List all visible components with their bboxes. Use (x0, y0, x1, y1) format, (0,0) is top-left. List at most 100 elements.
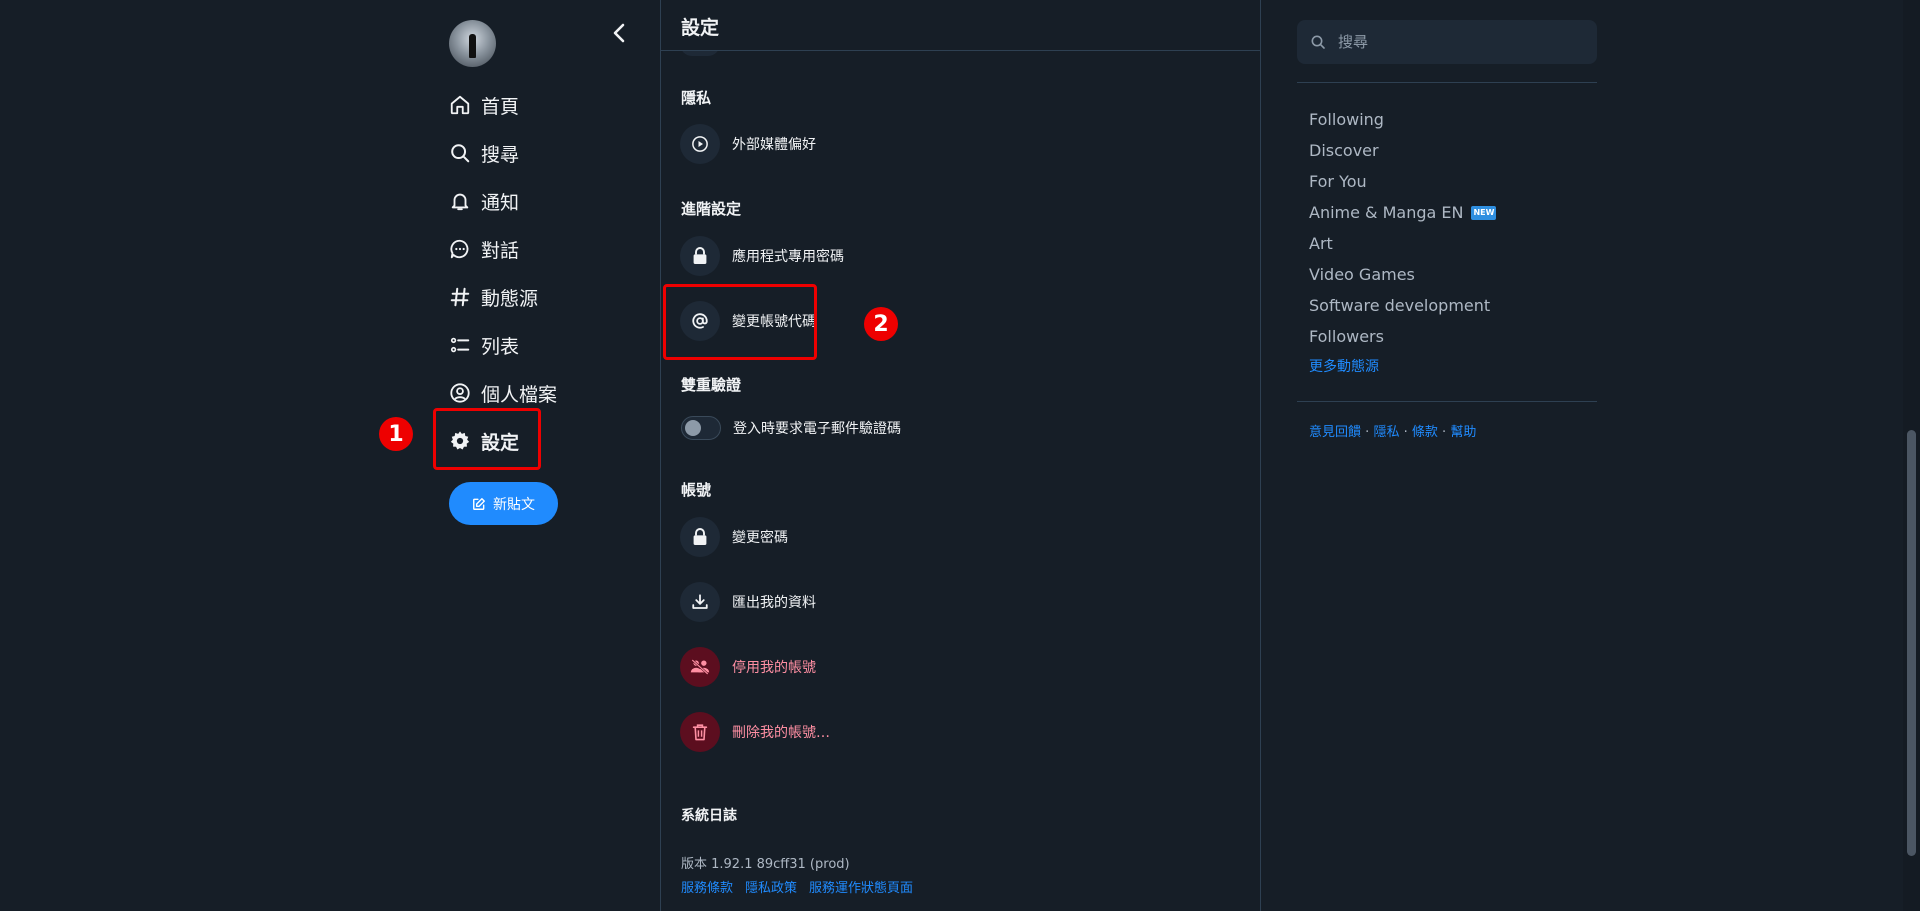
separator: · (1442, 425, 1447, 440)
feed-label: Software development (1309, 296, 1491, 315)
terms-of-service-link[interactable]: 服務條款 (681, 877, 733, 896)
app-version: 版本 1.92.1 89cff31 (prod) (681, 857, 850, 872)
privacy-policy-link[interactable]: 隱私政策 (745, 877, 797, 896)
email-2fa-toggle-row[interactable]: 登入時要求電子郵件驗證碼 (681, 416, 901, 440)
settings-panel: 設定 隱私 外部媒體偏好 進階設定 應用程式專用密碼 變更帳號代碼 雙重驗證 登… (660, 0, 1261, 911)
delete-account-row[interactable]: 刪除我的帳號… (680, 712, 830, 752)
search-icon (1311, 35, 1325, 49)
privacy-link[interactable]: 隱私 (1373, 425, 1399, 440)
nav-item-home[interactable]: 首頁 (448, 81, 557, 129)
feed-link-for-you[interactable]: For You (1309, 166, 1496, 197)
nav-item-lists[interactable]: 列表 (448, 321, 557, 369)
feed-list: Following Discover For You Anime & Manga… (1309, 104, 1497, 376)
feed-link-anime-manga[interactable]: Anime & Manga EN NEW (1309, 197, 1497, 228)
trash-icon (680, 712, 720, 752)
gear-icon (448, 429, 472, 453)
search-box[interactable] (1297, 20, 1597, 64)
external-media-label: 外部媒體偏好 (732, 137, 816, 153)
change-handle-label: 變更帳號代碼 (732, 314, 816, 330)
divider (1297, 401, 1597, 402)
help-link[interactable]: 幫助 (1450, 425, 1476, 440)
deactivate-account-row[interactable]: 停用我的帳號 (680, 647, 816, 687)
hashtag-icon (448, 285, 472, 309)
new-badge: NEW (1471, 205, 1497, 220)
list-icon (448, 333, 472, 357)
nav-item-label: 對話 (481, 239, 520, 262)
search-input[interactable] (1336, 32, 1570, 52)
settings-header: 設定 (661, 0, 1260, 51)
annotation-marker-1: 1 (379, 417, 413, 451)
edit-icon (473, 497, 485, 510)
right-footer-links: 意見回饋 · 隱私 · 條款 · 幫助 (1309, 421, 1476, 440)
delete-account-label: 刪除我的帳號… (732, 725, 830, 741)
deactivate-account-label: 停用我的帳號 (732, 660, 816, 676)
change-password-label: 變更密碼 (732, 530, 788, 546)
scrollbar-thumb[interactable] (1907, 430, 1916, 856)
chat-bubble-icon (448, 237, 472, 261)
nav-item-notifications[interactable]: 通知 (448, 177, 557, 225)
nav-item-label: 設定 (481, 431, 520, 454)
feed-label: For You (1309, 172, 1367, 191)
toggle-knob (685, 420, 701, 436)
app-passwords-row[interactable]: 應用程式專用密碼 (680, 236, 844, 276)
feed-label: Video Games (1309, 265, 1415, 284)
nav-item-search[interactable]: 搜尋 (448, 129, 557, 177)
feed-link-following[interactable]: Following (1309, 104, 1496, 135)
feed-label: Anime & Manga EN (1309, 203, 1464, 222)
feed-link-software-development[interactable]: Software development (1309, 290, 1496, 321)
nav-item-label: 搜尋 (481, 143, 520, 166)
nav-item-label: 列表 (481, 335, 520, 358)
collapse-sidebar-button[interactable] (606, 20, 632, 46)
feed-link-art[interactable]: Art (1309, 228, 1496, 259)
page-title: 設定 (681, 17, 720, 39)
lock-icon (680, 236, 720, 276)
section-heading-2fa: 雙重驗證 (681, 376, 742, 394)
terms-link[interactable]: 條款 (1412, 425, 1438, 440)
system-log-link[interactable]: 系統日誌 (681, 805, 737, 825)
section-heading-account: 帳號 (681, 481, 712, 499)
feed-link-discover[interactable]: Discover (1309, 135, 1496, 166)
new-post-button[interactable]: 新貼文 (449, 482, 558, 525)
change-password-row[interactable]: 變更密碼 (680, 517, 788, 557)
play-circle-icon (680, 124, 720, 164)
new-post-label: 新貼文 (493, 496, 535, 513)
nav-item-feeds[interactable]: 動態源 (448, 273, 557, 321)
nav-item-label: 動態源 (481, 287, 539, 310)
page-scrollbar[interactable] (1903, 0, 1920, 911)
feedback-link[interactable]: 意見回饋 (1309, 425, 1361, 440)
more-feeds-link[interactable]: 更多動態源 (1309, 356, 1496, 376)
nav-list: 首頁 搜尋 通知 對話 動態源 列表 個人檔案 設定 (448, 81, 557, 465)
nav-item-profile[interactable]: 個人檔案 (448, 369, 557, 417)
avatar[interactable] (449, 20, 496, 67)
nav-item-label: 首頁 (481, 95, 520, 118)
divider (1297, 82, 1597, 83)
separator: · (1403, 425, 1408, 440)
at-sign-icon (680, 301, 720, 341)
external-media-row[interactable]: 外部媒體偏好 (680, 124, 816, 164)
export-data-row[interactable]: 匯出我的資料 (680, 582, 816, 622)
feed-label: Discover (1309, 141, 1379, 160)
feed-label: Art (1309, 234, 1333, 253)
app-passwords-label: 應用程式專用密碼 (732, 249, 844, 265)
change-handle-row[interactable]: 變更帳號代碼 (680, 301, 816, 341)
status-page-link[interactable]: 服務運作狀態頁面 (809, 877, 913, 896)
feed-link-followers[interactable]: Followers (1309, 321, 1496, 352)
search-icon (448, 141, 472, 165)
legal-links: 服務條款 隱私政策 服務運作狀態頁面 (681, 877, 913, 896)
home-icon (448, 93, 472, 117)
export-data-label: 匯出我的資料 (732, 595, 816, 611)
separator: · (1365, 425, 1370, 440)
annotation-marker-2: 2 (864, 307, 898, 341)
nav-item-chat[interactable]: 對話 (448, 225, 557, 273)
feed-label: Following (1309, 110, 1384, 129)
download-icon (680, 582, 720, 622)
nav-item-label: 個人檔案 (481, 383, 558, 406)
lock-icon (680, 517, 720, 557)
nav-item-label: 通知 (481, 191, 520, 214)
email-2fa-toggle[interactable] (681, 416, 721, 440)
feed-link-video-games[interactable]: Video Games (1309, 259, 1496, 290)
feed-label: Followers (1309, 327, 1384, 346)
email-2fa-label: 登入時要求電子郵件驗證碼 (733, 421, 901, 437)
nav-item-settings[interactable]: 設定 (448, 417, 557, 465)
section-heading-privacy: 隱私 (681, 89, 712, 107)
